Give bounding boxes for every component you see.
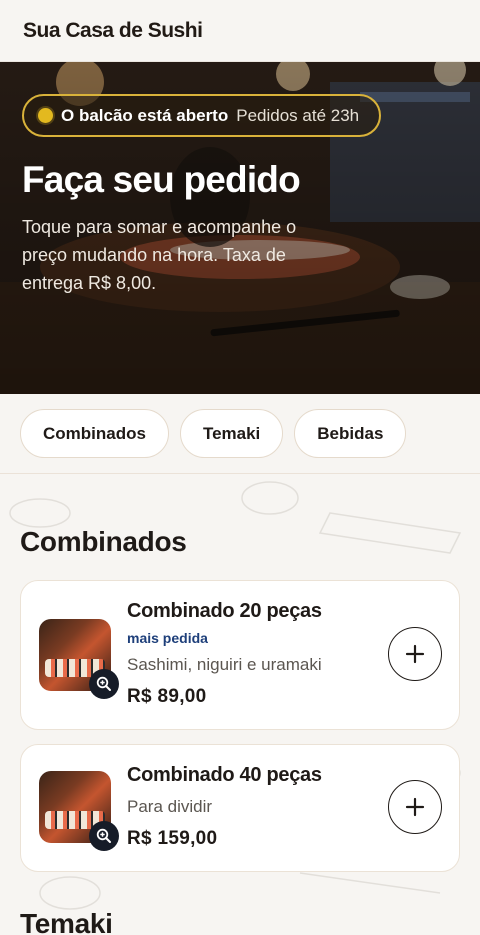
- item-thumbnail[interactable]: [39, 771, 119, 851]
- add-item-button[interactable]: [388, 780, 442, 834]
- brand-title[interactable]: Sua Casa de Sushi: [23, 19, 203, 43]
- menu-item-card[interactable]: Combinado 40 peças Para dividir R$ 159,0…: [20, 744, 460, 872]
- tab-combinados[interactable]: Combinados: [20, 409, 169, 458]
- section-title-temaki: Temaki: [20, 908, 113, 935]
- category-tabs: Combinados Temaki Bebidas: [0, 394, 480, 474]
- zoom-in-icon: [96, 828, 111, 843]
- item-price: R$ 159,00: [127, 828, 218, 849]
- item-name: Combinado 20 peças: [127, 600, 322, 622]
- plus-icon: [405, 644, 425, 664]
- zoom-in-icon: [96, 676, 111, 691]
- item-description: Sashimi, niguiri e uramaki: [127, 655, 322, 674]
- section-title-combinados: Combinados: [20, 526, 187, 557]
- add-item-button[interactable]: [388, 627, 442, 681]
- status-open-text: O balcão está aberto: [61, 105, 229, 125]
- item-name: Combinado 40 peças: [127, 764, 322, 786]
- hero-content: O balcão está aberto Pedidos até 23h Faç…: [22, 94, 458, 297]
- tab-temaki[interactable]: Temaki: [179, 409, 284, 458]
- status-dot-icon: [38, 108, 53, 123]
- hero-banner: O balcão está aberto Pedidos até 23h Faç…: [0, 62, 480, 394]
- hero-subtitle: Toque para somar e acompanhe o preço mud…: [22, 217, 297, 293]
- store-status-badge: O balcão está aberto Pedidos até 23h: [22, 94, 382, 137]
- item-price: R$ 89,00: [127, 686, 207, 707]
- plus-icon: [405, 797, 425, 817]
- menu-item-card[interactable]: Combinado 20 peças mais pedida Sashimi, …: [20, 580, 460, 730]
- zoom-button[interactable]: [89, 821, 119, 851]
- zoom-button[interactable]: [89, 669, 119, 699]
- item-badge: mais pedida: [127, 630, 208, 646]
- status-hours-text: Pedidos até 23h: [236, 105, 360, 125]
- top-bar: Sua Casa de Sushi: [0, 0, 480, 62]
- item-description: Para dividir: [127, 797, 213, 816]
- hero-title: Faça seu pedido: [22, 159, 301, 200]
- item-thumbnail[interactable]: [39, 619, 119, 699]
- tab-bebidas[interactable]: Bebidas: [294, 409, 407, 458]
